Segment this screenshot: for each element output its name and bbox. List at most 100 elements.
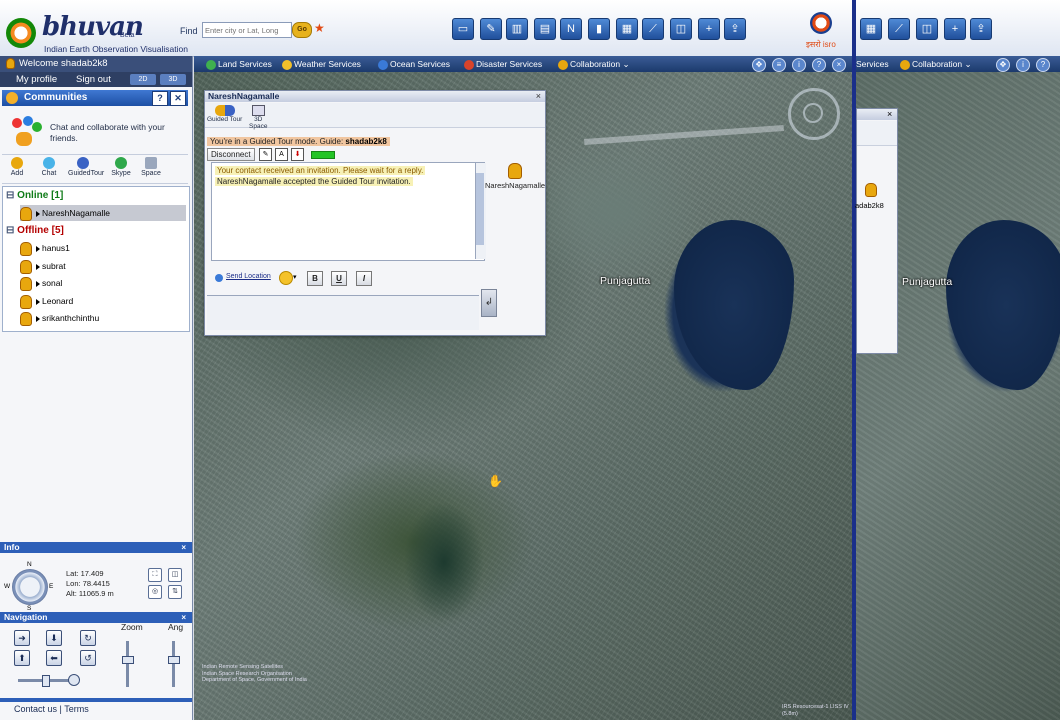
contact-item[interactable]: hanus1: [20, 240, 186, 256]
help-button[interactable]: ?: [152, 91, 168, 106]
close-info-icon[interactable]: ×: [181, 542, 186, 553]
download-icon[interactable]: ⬇: [291, 148, 304, 161]
skype-button[interactable]: Skype: [106, 157, 136, 177]
ocean-services-label: Ocean Services: [390, 59, 450, 69]
close-chat-icon[interactable]: ×: [536, 91, 541, 101]
compass-icon[interactable]: [12, 569, 48, 605]
add-icon[interactable]: +: [698, 18, 720, 40]
stack-icon[interactable]: ◫: [670, 18, 692, 40]
scrollbar-thumb[interactable]: [476, 173, 484, 245]
add-contact-button[interactable]: Add: [2, 157, 32, 177]
pan-right-button[interactable]: ➜: [14, 630, 30, 646]
italic-button[interactable]: I: [356, 271, 372, 286]
move-icon[interactable]: ✥: [996, 58, 1010, 72]
online-group[interactable]: ⊟ Online [1]: [6, 190, 63, 201]
export-icon[interactable]: ⇪: [724, 18, 746, 40]
offline-group[interactable]: ⊟ Offline [5]: [6, 225, 64, 236]
underline-button[interactable]: U: [331, 271, 347, 286]
2d-button[interactable]: 2D: [130, 74, 156, 85]
measure-icon[interactable]: ⟋: [642, 18, 664, 40]
guided-tour-button[interactable]: GuidedTour: [68, 157, 104, 177]
opacity-knob-icon[interactable]: [68, 674, 80, 686]
help-icon[interactable]: ?: [812, 58, 826, 72]
disconnect-button[interactable]: Disconnect: [207, 148, 255, 161]
go-button[interactable]: Go: [292, 22, 312, 38]
space-button[interactable]: Space: [136, 157, 166, 177]
send-button[interactable]: ↲: [481, 289, 497, 317]
people-icon: [12, 116, 44, 148]
angle-slider[interactable]: [172, 641, 175, 687]
globe-icon[interactable]: ◎: [148, 585, 162, 599]
ruler-icon[interactable]: ▥: [506, 18, 528, 40]
zoom-slider[interactable]: [126, 641, 129, 687]
pencil-icon[interactable]: ✎: [480, 18, 502, 40]
communities-title: Communities: [24, 92, 88, 103]
layers-icon[interactable]: ≡: [772, 58, 786, 72]
opacity-slider-handle[interactable]: [42, 675, 50, 687]
screen-icon[interactable]: ▭: [452, 18, 474, 40]
send-location-link[interactable]: Send Location: [226, 273, 271, 280]
export-icon[interactable]: ⇪: [970, 18, 992, 40]
close-icon[interactable]: ×: [887, 109, 892, 119]
split-icon[interactable]: ◫: [168, 568, 182, 582]
collaboration-menu[interactable]: Collaboration ⌄: [558, 56, 630, 72]
info-icon[interactable]: i: [792, 58, 806, 72]
weather-services-menu[interactable]: Weather Services: [282, 56, 361, 72]
compass-south: S: [27, 605, 32, 612]
guided-tour-tool[interactable]: Guided Tour: [207, 105, 242, 123]
contact-us-link[interactable]: Contact us: [14, 704, 57, 714]
space-label: Space: [141, 170, 161, 177]
bold-button[interactable]: B: [307, 271, 323, 286]
sync-icon[interactable]: ⇅: [168, 585, 182, 599]
ocean-services-menu[interactable]: Ocean Services: [378, 56, 450, 72]
my-profile-link[interactable]: My profile: [16, 72, 57, 87]
stack-icon[interactable]: ◫: [916, 18, 938, 40]
info-icon[interactable]: i: [1016, 58, 1030, 72]
angle-slider-handle[interactable]: [168, 656, 180, 664]
bhuvan-logo-icon: [6, 18, 36, 48]
right-chat-toolbar: [857, 121, 897, 146]
place-label: Punjagutta: [600, 275, 651, 287]
contact-item[interactable]: subrat: [20, 258, 186, 274]
sign-out-link[interactable]: Sign out: [76, 72, 111, 87]
pan-down-button[interactable]: ⬇: [46, 630, 62, 646]
pan-up-button[interactable]: ⬆: [14, 650, 30, 666]
help-icon[interactable]: ?: [1036, 58, 1050, 72]
pan-left-button[interactable]: ⬅: [46, 650, 62, 666]
chat-button[interactable]: Chat: [34, 157, 64, 177]
message-input[interactable]: [207, 295, 479, 330]
zoom-slider-handle[interactable]: [122, 656, 134, 664]
contact-item[interactable]: srikanthchinthu: [20, 310, 186, 326]
add-icon[interactable]: +: [944, 18, 966, 40]
terms-link[interactable]: Terms: [64, 704, 89, 714]
emoticon-dropdown-icon[interactable]: ▾: [293, 273, 297, 281]
measure-icon[interactable]: ⟋: [888, 18, 910, 40]
fullscreen-icon[interactable]: ⛶: [148, 568, 162, 582]
grid-icon[interactable]: ▦: [616, 18, 638, 40]
contact-item[interactable]: Leonard: [20, 293, 186, 309]
contact-item[interactable]: sonal: [20, 275, 186, 291]
north-icon[interactable]: N: [560, 18, 582, 40]
close-icon[interactable]: ×: [832, 58, 846, 72]
services-menu[interactable]: Services: [856, 56, 889, 72]
layer-icon[interactable]: ▤: [534, 18, 556, 40]
disaster-services-menu[interactable]: Disaster Services: [464, 56, 542, 72]
text-size-icon[interactable]: A: [275, 148, 288, 161]
rotate-cw-button[interactable]: ↻: [80, 630, 96, 646]
land-services-menu[interactable]: Land Services: [206, 56, 272, 72]
contact-avatar-icon: [20, 294, 32, 309]
space-3d-tool[interactable]: 3D Space: [249, 105, 267, 130]
search-input[interactable]: [202, 22, 292, 38]
collaboration-menu[interactable]: Collaboration ⌄: [900, 56, 972, 72]
building-icon[interactable]: ▮: [588, 18, 610, 40]
pen-icon[interactable]: ✎: [259, 148, 272, 161]
close-panel-button[interactable]: ✕: [170, 91, 186, 106]
rotate-ccw-button[interactable]: ↺: [80, 650, 96, 666]
move-icon[interactable]: ✥: [752, 58, 766, 72]
contact-item[interactable]: NareshNagamalle: [20, 205, 186, 221]
emoticon-icon[interactable]: [279, 271, 293, 285]
favorite-star-icon[interactable]: ★: [314, 21, 325, 35]
grid-icon[interactable]: ▦: [860, 18, 882, 40]
map-navigation-ring[interactable]: [788, 88, 840, 140]
3d-button[interactable]: 3D: [160, 74, 186, 85]
